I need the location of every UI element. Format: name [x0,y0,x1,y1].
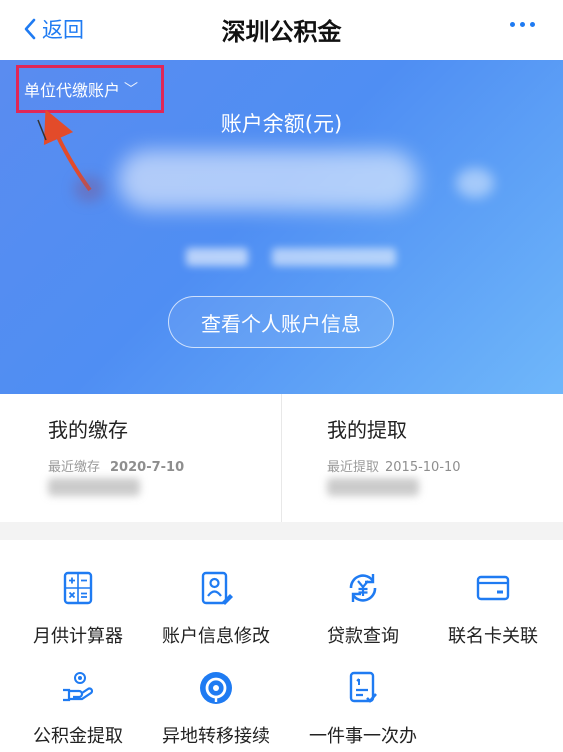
withdraw-title: 我的提取 [327,418,407,442]
profile-edit-icon [201,571,233,605]
redacted-account-info [186,248,248,266]
more-dot-icon [510,22,515,27]
my-deposit-panel[interactable]: 我的缴存 最近缴存 2020-7-10 [0,394,281,522]
redacted-balance [118,150,418,210]
eye-toggle-icon[interactable] [456,168,494,198]
page-title: 深圳公积金 [221,18,342,46]
service-remote-transfer[interactable]: 异地转移接续 [146,670,286,750]
deposit-recent-label: 最近缴存 [48,460,101,475]
deposit-title: 我的缴存 [48,418,128,442]
deposit-recent: 最近缴存 2020-7-10 [48,456,184,475]
service-label: 月供计算器 [33,626,123,647]
loan-yuan-icon [349,574,377,602]
service-fund-withdraw[interactable]: 公积金提取 [8,670,148,750]
redacted-withdraw-amount [327,478,419,496]
service-account-edit[interactable]: 账户信息修改 [146,570,286,650]
service-cobrand-card[interactable]: 联名卡关联 [423,570,563,650]
section-separator [0,522,563,540]
deposit-recent-date: 2020-7-10 [110,460,185,475]
calculator-icon [63,571,93,605]
balance-label: 账户余额(元) [220,112,343,136]
view-account-info-button[interactable]: 查看个人账户信息 [168,296,394,348]
service-label: 联名卡关联 [448,626,538,647]
more-dot-icon [530,22,535,27]
summary-section: 我的缴存 最近缴存 2020-7-10 我的提取 最近提取 2015-10-10 [0,394,563,522]
redacted-account-number [272,248,396,266]
account-type-selector[interactable]: 单位代缴账户 ﹀ [16,65,164,113]
service-mortgage-calculator[interactable]: 月供计算器 [8,570,148,650]
location-transfer-icon [200,672,232,704]
account-type-label: 单位代缴账户 [24,81,121,100]
my-withdraw-panel[interactable]: 我的提取 最近提取 2015-10-10 [282,394,563,522]
service-label: 公积金提取 [33,726,123,747]
service-label: 账户信息修改 [162,626,270,647]
card-icon [476,575,510,601]
more-menu-button[interactable] [510,22,535,27]
more-dot-icon [520,22,525,27]
service-loan-query[interactable]: 贷款查询 [293,570,433,650]
service-one-stop[interactable]: 一件事一次办 [293,670,433,750]
top-bar: 返回 深圳公积金 [0,0,563,60]
withdraw-recent-date: 2015-10-10 [385,460,461,475]
withdraw-recent: 最近提取 2015-10-10 [327,456,461,475]
redacted-mark [74,176,104,202]
service-label: 贷款查询 [327,626,399,647]
hand-coin-icon [63,672,94,702]
checklist-icon [349,671,377,703]
redacted-deposit-amount [48,478,140,496]
chevron-down-icon: ﹀ [124,82,139,98]
service-label: 异地转移接续 [162,726,270,747]
service-label: 一件事一次办 [309,726,417,747]
withdraw-recent-label: 最近提取 [327,460,380,475]
